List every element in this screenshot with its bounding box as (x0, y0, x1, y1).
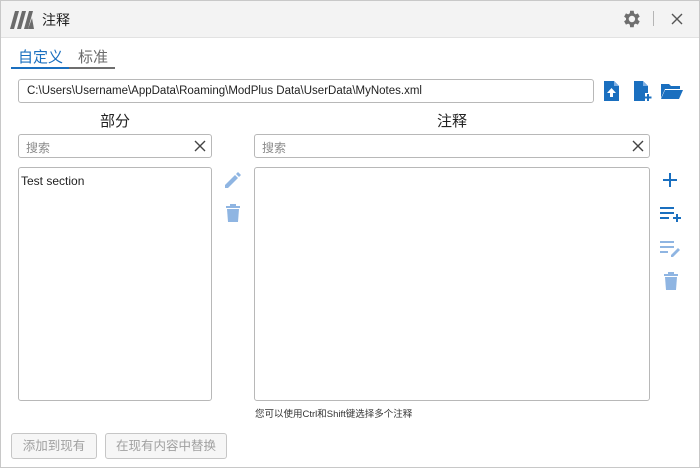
notes-window: 注释 自定义 标准 C:\Users\Username\AppData\Roam… (0, 0, 700, 468)
gear-icon[interactable] (620, 8, 642, 30)
sections-search-placeholder: 搜索 (26, 141, 51, 155)
notes-search-input[interactable]: 搜索 (254, 134, 650, 158)
edit-icon[interactable] (223, 170, 243, 190)
active-tab-indicator (11, 67, 69, 69)
sections-header: 部分 (99, 112, 130, 130)
replace-in-existing-button[interactable]: 在现有内容中替换 (105, 433, 227, 459)
logo-icon (10, 11, 34, 29)
tab-custom[interactable]: 自定义 (18, 46, 63, 67)
multi-select-hint: 您可以使用Ctrl和Shift键选择多个注释 (255, 409, 413, 420)
clear-icon[interactable] (631, 139, 645, 153)
add-list-icon[interactable] (659, 205, 683, 223)
delete-icon[interactable] (224, 203, 242, 223)
clear-icon[interactable] (193, 139, 207, 153)
notes-header: 注释 (436, 112, 467, 130)
notes-list[interactable] (254, 167, 650, 401)
sections-list[interactable]: Test section (18, 167, 212, 401)
delete-icon[interactable] (662, 271, 680, 291)
window-title: 注释 (42, 13, 70, 29)
new-file-icon[interactable] (632, 80, 654, 102)
sections-search-input[interactable]: 搜索 (18, 134, 212, 158)
tab-standard[interactable]: 标准 (78, 46, 108, 67)
file-path-field[interactable]: C:\Users\Username\AppData\Roaming\ModPlu… (18, 79, 594, 103)
add-icon[interactable] (661, 171, 679, 189)
add-to-existing-button[interactable]: 添加到现有 (11, 433, 97, 459)
list-item[interactable]: Test section (21, 174, 84, 188)
upload-file-icon[interactable] (601, 80, 621, 102)
title-bar-separator (653, 11, 654, 26)
notes-search-placeholder: 搜索 (262, 141, 287, 155)
title-bar: 注释 (1, 1, 699, 38)
close-icon[interactable] (668, 10, 686, 28)
edit-list-icon[interactable] (659, 239, 683, 257)
open-folder-icon[interactable] (660, 82, 684, 100)
